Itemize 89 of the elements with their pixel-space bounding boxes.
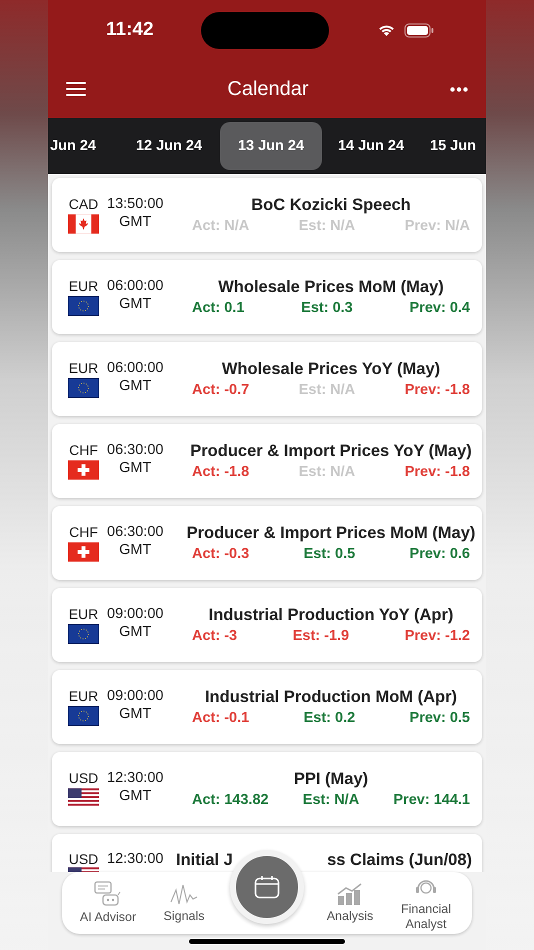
event-title: Industrial Production MoM (Apr) [204,688,458,707]
event-value: Est: 0.3 [301,300,353,316]
time-zone: GMT [119,624,152,640]
event-value: Act: -0.7 [192,382,250,398]
time-zone: GMT [119,788,152,804]
time-zone: GMT [119,542,152,558]
flag-icon [68,788,99,808]
time-zone: GMT [119,378,152,394]
event-title: Wholesale Prices YoY (May) [222,360,440,379]
currency-code: EUR [68,360,98,376]
event-time: 09:00:00 [107,688,164,704]
time-zone: GMT [119,460,152,476]
event-value: Act: -1.8 [192,464,250,480]
nav-tab[interactable]: Financial Analyst [393,872,459,934]
event-value: Est: N/A [302,792,360,808]
event-card[interactable]: USD 12:30:00 Initial J ss Claims (Jun/08) [52,834,482,872]
event-value: Prev: 0.4 [410,300,470,316]
currency-code: CHF [69,442,98,458]
event-title: Initial J [176,851,233,870]
event-time: 06:00:00 [107,360,164,376]
event-value: Act: 0.1 [192,300,244,316]
event-title: Producer & Import Prices MoM (May) [186,524,476,543]
date-tab[interactable]: Jun 24 [48,122,104,170]
bar-chart-icon [336,882,364,906]
date-tab[interactable]: 12 Jun 24 [118,122,220,170]
calendar-button[interactable] [230,850,304,924]
currency-code: USD [68,770,98,786]
flag-icon [68,460,99,480]
currency-code: EUR [68,688,98,704]
event-value: Est: 0.2 [304,710,356,726]
event-value: Prev: -1.8 [404,382,470,398]
currency-code: EUR [68,278,98,294]
event-time: 13:50:00 [107,196,164,212]
event-card[interactable]: EUR 09:00:00 GMT Industrial Production MoM (Apr) Act: -0.1 Est: 0.2 Prev: 0.5 [52,670,482,744]
event-title: Producer & Import Prices YoY (May) [190,442,472,461]
event-time: 09:00:00 [107,606,164,622]
event-time: 06:30:00 [107,442,164,458]
wifi-icon [376,23,396,37]
date-tab[interactable]: 15 Jun [430,122,476,170]
event-value: Act: -3 [192,628,238,644]
event-value: Act: -0.3 [192,546,250,562]
currency-code: CAD [68,196,98,212]
event-value: Prev: 0.6 [410,546,470,562]
event-time: 06:00:00 [107,278,164,294]
flag-icon [68,296,99,316]
nav-tab[interactable]: Signals [151,872,217,934]
event-value: Prev: 144.1 [393,792,470,808]
event-title: ss Claims (Jun/08) [327,851,472,870]
time-zone: GMT [119,296,152,312]
event-card[interactable]: EUR 09:00:00 GMT Industrial Production YoY (Apr) Act: -3 Est: -1.9 Prev: -1.2 [52,588,482,662]
screen-title: Calendar [227,78,309,100]
event-time: 12:30:00 [107,851,164,867]
event-value: Prev: -1.2 [404,628,470,644]
currency-code: EUR [68,606,98,622]
event-value: Prev: 0.5 [410,710,470,726]
date-tab[interactable]: 13 Jun 24 [220,122,322,170]
date-tab[interactable]: 14 Jun 24 [322,122,420,170]
flag-icon [68,542,99,562]
currency-code: USD [68,851,98,867]
event-value: Est: -1.9 [292,628,350,644]
flag-icon [68,624,99,644]
event-title: Industrial Production YoY (Apr) [208,606,454,625]
event-card[interactable]: USD 12:30:00 GMT PPI (May) Act: 143.82 Est: N/A Prev: 144.1 [52,752,482,826]
nav-tab[interactable]: Analysis [317,872,383,934]
event-time: 12:30:00 [107,770,164,786]
event-title: Wholesale Prices MoM (May) [218,278,444,297]
event-title: PPI (May) [294,770,368,789]
battery-icon [404,22,434,38]
event-time: 06:30:00 [107,524,164,540]
status-time: 11:42 [106,19,154,41]
flag-icon [68,378,99,398]
event-card[interactable]: CHF 06:30:00 GMT Producer & Import Prices MoM (May) Act: -0.3 Est: 0.5 Prev: 0.6 [52,506,482,580]
time-zone: GMT [119,706,152,722]
event-value: Act: -0.1 [192,710,250,726]
time-zone: GMT [119,214,152,230]
currency-code: CHF [69,524,98,540]
flag-icon [68,214,99,234]
event-value: Est: 0.5 [304,546,356,562]
nav-tab[interactable]: AI Advisor [75,872,141,934]
more-icon[interactable] [450,86,468,92]
event-title: BoC Kozicki Speech [251,196,411,215]
robot-chat-icon [94,881,122,908]
event-card[interactable]: EUR 06:00:00 GMT Wholesale Prices MoM (May) Act: 0.1 Est: 0.3 Prev: 0.4 [52,260,482,334]
calendar-icon [254,875,280,899]
event-value: Prev: -1.8 [404,464,470,480]
flag-icon [68,706,99,726]
event-value: Act: 143.82 [192,792,269,808]
menu-icon[interactable] [66,82,86,96]
signal-wave-icon [170,882,198,906]
